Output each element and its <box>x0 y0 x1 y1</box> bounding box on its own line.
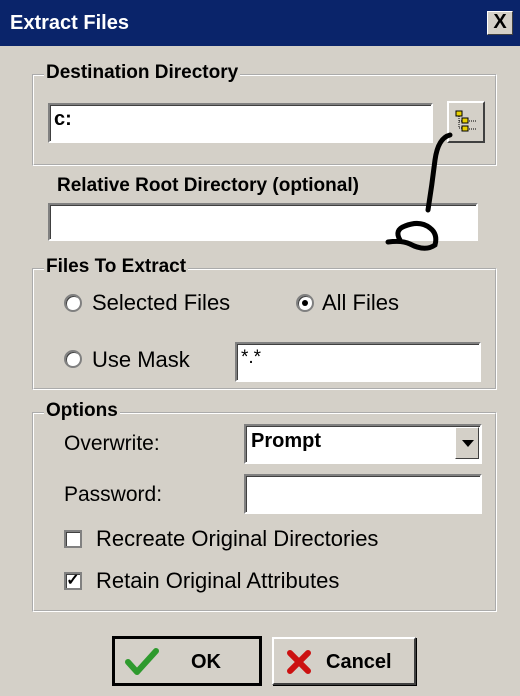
retain-attributes-checkbox[interactable]: ✓ <box>64 572 82 590</box>
ok-label: OK <box>191 651 221 673</box>
overwrite-value: Prompt <box>251 430 321 452</box>
close-icon: X <box>493 11 507 33</box>
use-mask-radio[interactable] <box>64 350 82 368</box>
password-label: Password: <box>64 483 163 506</box>
overwrite-label: Overwrite: <box>64 432 160 455</box>
cancel-button[interactable]: Cancel <box>272 637 416 685</box>
recreate-directories-label[interactable]: Recreate Original Directories <box>96 526 378 552</box>
selected-files-radio[interactable] <box>64 294 82 312</box>
relative-root-label: Relative Root Directory (optional) <box>55 175 361 197</box>
files-legend: Files To Extract <box>44 256 189 278</box>
mask-input[interactable]: *.* <box>235 342 481 382</box>
checkmark-icon <box>125 648 159 675</box>
ok-button[interactable]: OK <box>112 636 262 686</box>
destination-legend: Destination Directory <box>44 62 241 84</box>
selected-files-label[interactable]: Selected Files <box>92 290 230 316</box>
cancel-x-icon <box>287 650 311 674</box>
extract-files-dialog: Extract Files X Destination Directory c:… <box>0 0 520 696</box>
destination-input[interactable]: c: <box>48 103 433 143</box>
recreate-directories-checkbox[interactable] <box>64 530 82 548</box>
title-bar: Extract Files X <box>0 0 520 46</box>
password-input[interactable] <box>244 474 482 514</box>
all-files-label[interactable]: All Files <box>322 290 399 316</box>
retain-attributes-label[interactable]: Retain Original Attributes <box>96 568 339 594</box>
use-mask-label[interactable]: Use Mask <box>92 347 190 373</box>
scribble-annotation <box>385 132 453 251</box>
all-files-radio[interactable] <box>296 294 314 312</box>
overwrite-select[interactable]: Prompt <box>244 424 482 464</box>
chevron-down-icon[interactable] <box>455 427 479 459</box>
options-legend: Options <box>44 400 120 422</box>
window-title: Extract Files <box>10 12 129 34</box>
checkmark-icon: ✓ <box>66 572 80 589</box>
close-button[interactable]: X <box>487 11 513 35</box>
cancel-label: Cancel <box>326 651 392 673</box>
